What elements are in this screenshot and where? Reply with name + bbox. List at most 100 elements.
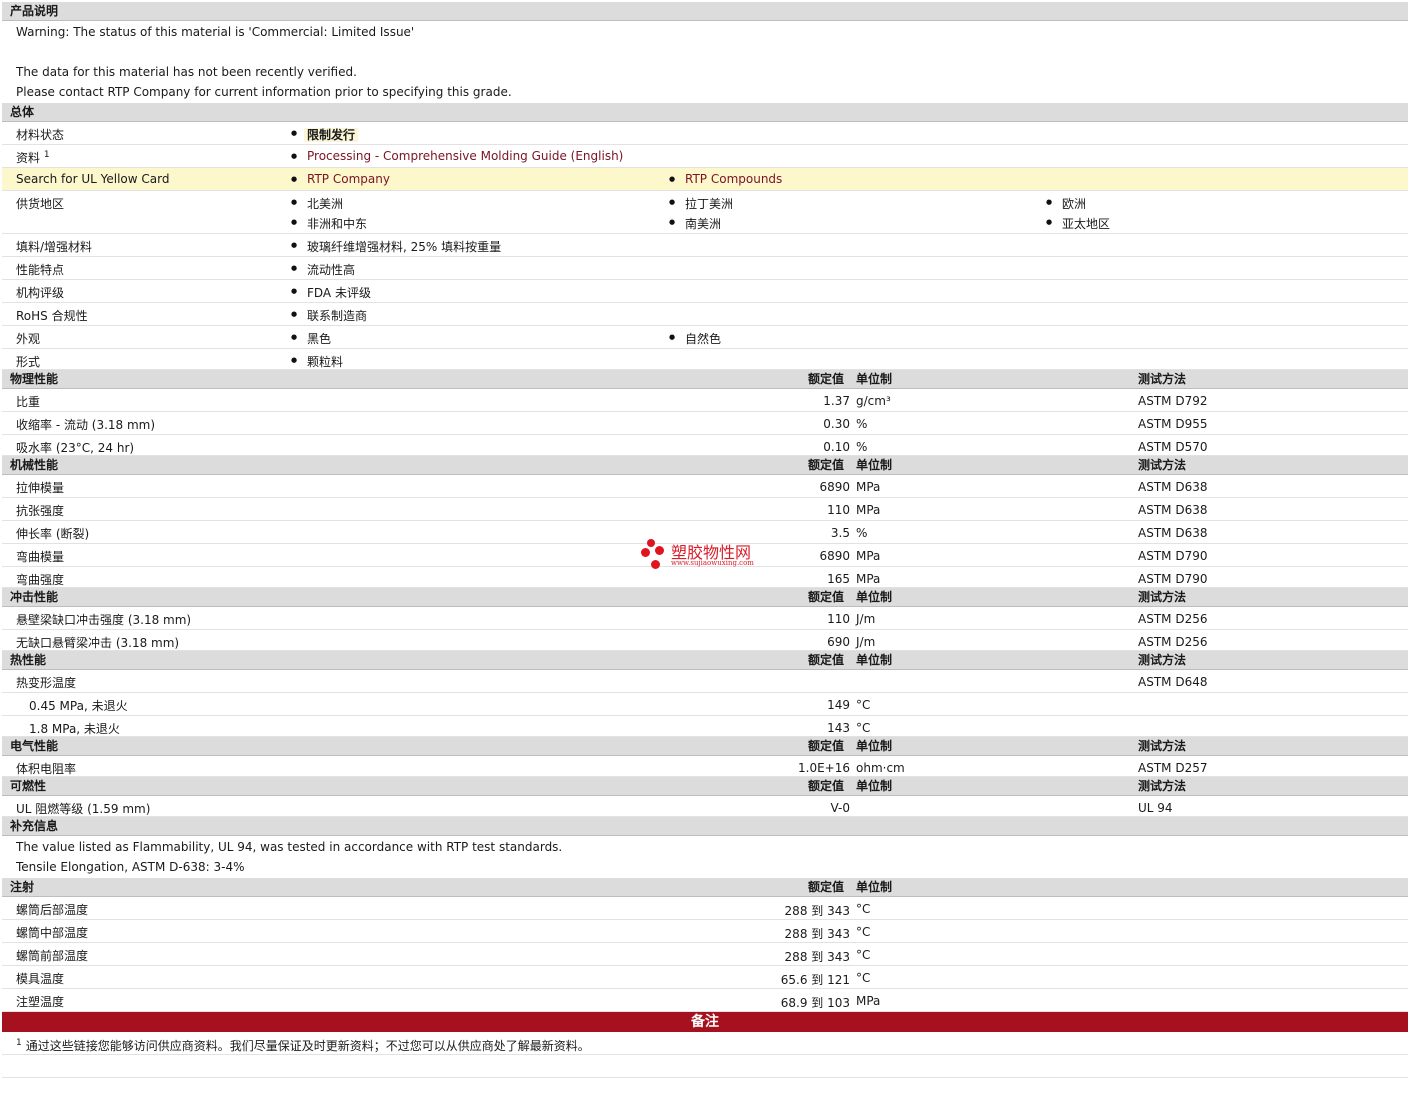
document-item: Processing - Comprehensive Molding Guide… xyxy=(291,149,623,163)
rtp-company-link[interactable]: RTP Company xyxy=(307,172,390,186)
document-label: 资料 1 xyxy=(16,150,50,165)
property-value: 149 xyxy=(827,698,850,712)
rtp-compounds-link[interactable]: RTP Compounds xyxy=(685,172,782,186)
property-label: 螺筒前部温度 xyxy=(16,949,89,963)
header-method: 测试方法 xyxy=(1138,372,1187,386)
region-item: 亚太地区 xyxy=(1046,215,1110,232)
footnote-ref: 1 xyxy=(43,150,50,160)
end-row xyxy=(2,1055,1408,1078)
property-unit: MPa xyxy=(856,503,881,517)
feature-label: 性能特点 xyxy=(16,263,65,277)
property-row: 螺筒中部温度 288 到 343 °C xyxy=(2,920,1408,943)
header-value: 额定值 xyxy=(808,372,845,386)
property-value: 110 xyxy=(827,612,850,626)
property-value: V-0 xyxy=(830,801,850,815)
property-value: 65.6 到 121 xyxy=(780,973,850,987)
rohs-row: RoHS 合规性 联系制造商 xyxy=(2,303,1408,326)
property-row: 体积电阻率 1.0E+16 ohm·cm ASTM D257 xyxy=(2,756,1408,777)
header-unit: 单位制 xyxy=(856,653,893,667)
agency-label: 机构评级 xyxy=(16,286,65,300)
property-subrow: 0.45 MPa, 未退火 149 °C xyxy=(2,693,1408,716)
product-description-text: Warning: The status of this material is … xyxy=(2,21,1408,103)
header-method: 测试方法 xyxy=(1138,779,1187,793)
property-unit: MPa xyxy=(856,549,881,563)
property-unit: °C xyxy=(856,925,871,939)
section-physical: 物理性能 额定值 单位制 测试方法 xyxy=(2,370,1408,389)
section-injection: 注射 额定值 单位制 xyxy=(2,878,1408,897)
property-label: 拉伸模量 xyxy=(16,481,65,495)
test-method: ASTM D570 xyxy=(1138,440,1208,454)
appearance-item: 自然色 xyxy=(669,330,721,347)
property-label: 弯曲强度 xyxy=(16,573,65,587)
filler-label: 填料/增强材料 xyxy=(16,240,93,254)
property-value: 690 xyxy=(827,635,850,649)
property-unit: J/m xyxy=(856,635,876,649)
logo-dot xyxy=(641,548,650,557)
property-label: 收缩率 - 流动 (3.18 mm) xyxy=(16,418,156,432)
property-row: 无缺口悬臂梁冲击 (3.18 mm) 690 J/m ASTM D256 xyxy=(2,630,1408,651)
appearance-row: 外观 黑色 自然色 xyxy=(2,326,1408,349)
section-product-description: 产品说明 xyxy=(2,2,1408,21)
property-value: 68.9 到 103 xyxy=(780,996,850,1010)
property-row: 注塑温度 68.9 到 103 MPa xyxy=(2,989,1408,1012)
footnote: 1 通过这些链接您能够访问供应商资料。我们尽量保证及时更新资料；不过您可以从供应商… xyxy=(2,1032,1408,1055)
property-unit: % xyxy=(856,526,868,540)
property-label: 热变形温度 xyxy=(16,676,77,690)
test-method: UL 94 xyxy=(1138,801,1173,815)
property-unit: MPa xyxy=(856,994,881,1008)
supply-region-row: 供货地区 北美洲 拉丁美洲 欧洲 非洲和中东 南美洲 亚太地区 xyxy=(2,191,1408,234)
test-method: ASTM D638 xyxy=(1138,503,1208,517)
property-unit: °C xyxy=(856,902,871,916)
injection-rows: 螺筒后部温度 288 到 343 °C 螺筒中部温度 288 到 343 °C 螺筒前部… xyxy=(2,897,1408,1012)
property-row: 螺筒后部温度 288 到 343 °C xyxy=(2,897,1408,920)
test-method: ASTM D256 xyxy=(1138,612,1208,626)
feature-value: 流动性高 xyxy=(291,261,355,278)
status-value: 限制发行 xyxy=(304,128,359,142)
verify-line: The data for this material has not been … xyxy=(16,65,357,79)
section-thermal: 热性能 额定值 单位制 测试方法 xyxy=(2,651,1408,670)
property-row: 拉伸模量 6890 MPa ASTM D638 xyxy=(2,475,1408,498)
section-title: 物理性能 xyxy=(10,372,59,386)
property-condition: 0.45 MPa, 未退火 xyxy=(29,699,128,713)
agency-value: FDA 未评级 xyxy=(291,284,371,301)
test-method: ASTM D638 xyxy=(1138,480,1208,494)
property-label: 弯曲模量 xyxy=(16,550,65,564)
property-row: 螺筒前部温度 288 到 343 °C xyxy=(2,943,1408,966)
property-label: 无缺口悬臂梁冲击 (3.18 mm) xyxy=(16,636,180,650)
property-value: 110 xyxy=(827,503,850,517)
physical-rows: 比重 1.37 g/cm³ ASTM D792 收缩率 - 流动 (3.18 mm) 0… xyxy=(2,389,1408,456)
form-value: 颗粒料 xyxy=(291,353,343,370)
appearance-label: 外观 xyxy=(16,332,41,346)
processing-guide-link[interactable]: Processing - Comprehensive Molding Guide… xyxy=(307,149,623,163)
section-electrical: 电气性能 额定值 单位制 测试方法 xyxy=(2,737,1408,756)
section-title: 冲击性能 xyxy=(10,590,59,604)
header-value: 额定值 xyxy=(808,458,845,472)
test-method: ASTM D648 xyxy=(1138,675,1208,689)
property-value: 6890 xyxy=(819,480,850,494)
agency-row: 机构评级 FDA 未评级 xyxy=(2,280,1408,303)
logo-dot xyxy=(651,560,660,569)
thermal-rows: 热变形温度 ASTM D648 0.45 MPa, 未退火 149 °C 1.8 MP… xyxy=(2,670,1408,737)
header-value: 额定值 xyxy=(808,590,845,604)
test-method: ASTM D790 xyxy=(1138,572,1208,586)
property-value: 288 到 343 xyxy=(784,927,850,941)
supplementary-line: Tensile Elongation, ASTM D-638: 3-4% xyxy=(16,860,245,874)
header-unit: 单位制 xyxy=(856,880,893,894)
logo-dot xyxy=(647,539,655,547)
section-title: 产品说明 xyxy=(10,4,59,18)
property-row: 抗张强度 110 MPa ASTM D638 xyxy=(2,498,1408,521)
property-value: 1.0E+16 xyxy=(798,761,850,775)
supplementary-line: The value listed as Flammability, UL 94,… xyxy=(16,840,563,854)
section-title: 机械性能 xyxy=(10,458,59,472)
rohs-value: 联系制造商 xyxy=(291,307,367,324)
section-general: 总体 xyxy=(2,103,1408,122)
footnote-number: 1 xyxy=(16,1038,22,1048)
ul-yellow-card-row: Search for UL Yellow Card RTP Company RT… xyxy=(2,168,1408,191)
section-impact: 冲击性能 额定值 单位制 测试方法 xyxy=(2,588,1408,607)
document-row: 资料 1 Processing - Comprehensive Molding … xyxy=(2,145,1408,168)
ul-search-label: Search for UL Yellow Card xyxy=(16,172,170,186)
property-label: 螺筒后部温度 xyxy=(16,903,89,917)
property-unit: % xyxy=(856,440,868,454)
header-value: 额定值 xyxy=(808,653,845,667)
contact-line: Please contact RTP Company for current i… xyxy=(16,85,512,99)
